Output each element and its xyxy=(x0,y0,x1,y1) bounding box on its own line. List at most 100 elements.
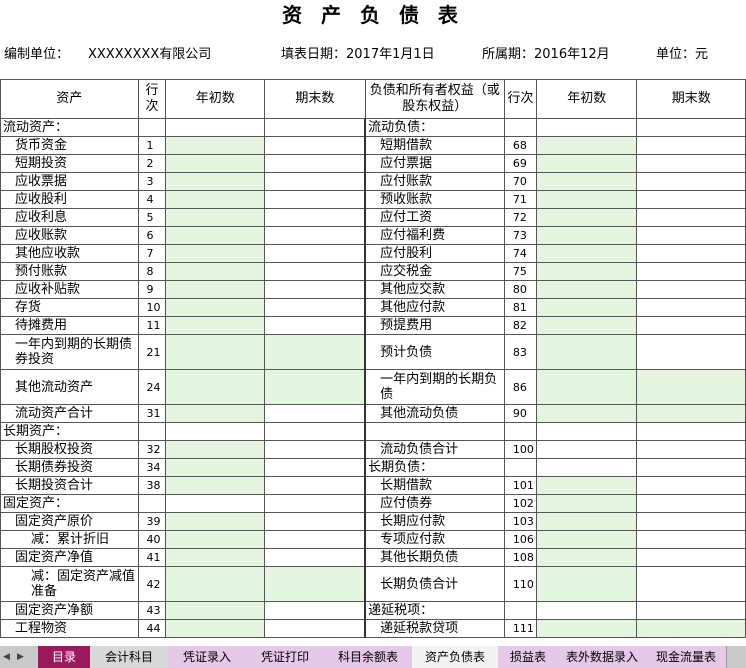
liab-row-no-cell[interactable]: 90 xyxy=(503,404,537,423)
asset-item-cell[interactable]: 长期债券投资 xyxy=(0,458,139,477)
asset-begin-cell[interactable] xyxy=(165,118,266,137)
liab-begin-cell[interactable] xyxy=(535,530,638,549)
asset-begin-cell[interactable] xyxy=(165,566,266,602)
asset-begin-cell[interactable] xyxy=(165,316,266,335)
asset-row-no-cell[interactable]: 39 xyxy=(137,512,167,531)
asset-row-no-cell[interactable]: 24 xyxy=(137,369,167,405)
liab-begin-cell[interactable] xyxy=(535,136,638,155)
liab-end-cell[interactable] xyxy=(636,404,746,423)
sheet-tab[interactable]: 目录 xyxy=(38,646,91,668)
asset-end-cell[interactable] xyxy=(264,548,367,567)
asset-end-cell[interactable] xyxy=(264,619,367,638)
liab-begin-cell[interactable] xyxy=(535,280,638,299)
asset-end-cell[interactable] xyxy=(264,316,367,335)
liab-begin-cell[interactable] xyxy=(535,512,638,531)
asset-begin-cell[interactable] xyxy=(165,494,266,513)
asset-row-no-cell[interactable]: 31 xyxy=(137,404,167,423)
liab-item-cell[interactable]: 应付账款 xyxy=(364,172,505,191)
asset-begin-cell[interactable] xyxy=(165,601,266,620)
asset-item-cell[interactable]: 应收利息 xyxy=(0,208,139,227)
liab-row-no-cell[interactable]: 75 xyxy=(503,262,537,281)
asset-end-cell[interactable] xyxy=(264,136,367,155)
asset-begin-cell[interactable] xyxy=(165,369,266,405)
asset-end-cell[interactable] xyxy=(264,226,367,245)
asset-row-no-cell[interactable]: 8 xyxy=(137,262,167,281)
liab-item-cell[interactable]: 长期负债： xyxy=(364,458,505,477)
asset-begin-cell[interactable] xyxy=(165,154,266,173)
liab-end-cell[interactable] xyxy=(636,548,746,567)
liab-row-no-cell[interactable]: 82 xyxy=(503,316,537,335)
asset-begin-cell[interactable] xyxy=(165,619,266,638)
liab-item-cell[interactable]: 其他流动负债 xyxy=(364,404,505,423)
asset-item-cell[interactable]: 长期投资合计 xyxy=(0,476,139,495)
asset-item-cell[interactable]: 固定资产净值 xyxy=(0,548,139,567)
liab-row-no-cell[interactable]: 100 xyxy=(503,440,537,459)
asset-begin-cell[interactable] xyxy=(165,136,266,155)
liab-row-no-cell[interactable] xyxy=(503,118,537,137)
liab-begin-cell[interactable] xyxy=(535,154,638,173)
liab-end-cell[interactable] xyxy=(636,190,746,209)
asset-item-cell[interactable]: 固定资产净额 xyxy=(0,601,139,620)
asset-end-cell[interactable] xyxy=(264,154,367,173)
asset-item-cell[interactable]: 长期资产： xyxy=(0,422,139,441)
asset-item-cell[interactable]: 工程物资 xyxy=(0,619,139,638)
liab-item-cell[interactable]: 其他应付款 xyxy=(364,298,505,317)
liab-item-cell[interactable]: 其他应交款 xyxy=(364,280,505,299)
asset-end-cell[interactable] xyxy=(264,530,367,549)
liab-item-cell[interactable]: 预提费用 xyxy=(364,316,505,335)
asset-item-cell[interactable]: 流动资产： xyxy=(0,118,139,137)
liab-begin-cell[interactable] xyxy=(535,262,638,281)
liab-end-cell[interactable] xyxy=(636,334,746,370)
liab-row-no-cell[interactable]: 73 xyxy=(503,226,537,245)
asset-begin-cell[interactable] xyxy=(165,440,266,459)
liab-begin-cell[interactable] xyxy=(535,369,638,405)
liab-begin-cell[interactable] xyxy=(535,334,638,370)
liab-item-cell[interactable]: 应付股利 xyxy=(364,244,505,263)
asset-item-cell[interactable]: 固定资产： xyxy=(0,494,139,513)
liab-end-cell[interactable] xyxy=(636,208,746,227)
asset-end-cell[interactable] xyxy=(264,172,367,191)
sheet-tab[interactable]: 凭证打印 xyxy=(246,646,325,668)
liab-begin-cell[interactable] xyxy=(535,208,638,227)
liab-row-no-cell[interactable]: 74 xyxy=(503,244,537,263)
liab-begin-cell[interactable] xyxy=(535,118,638,137)
liab-item-cell[interactable] xyxy=(364,422,505,441)
liab-begin-cell[interactable] xyxy=(535,226,638,245)
liab-item-cell[interactable]: 其他长期负债 xyxy=(364,548,505,567)
asset-item-cell[interactable]: 流动资产合计 xyxy=(0,404,139,423)
asset-begin-cell[interactable] xyxy=(165,262,266,281)
liab-begin-cell[interactable] xyxy=(535,476,638,495)
sheet-tab[interactable]: 现金流量表 xyxy=(646,646,727,668)
sheet-tab[interactable]: 资产负债表 xyxy=(412,646,499,668)
liab-end-cell[interactable] xyxy=(636,512,746,531)
asset-item-cell[interactable]: 其他应收款 xyxy=(0,244,139,263)
asset-begin-cell[interactable] xyxy=(165,190,266,209)
asset-end-cell[interactable] xyxy=(264,334,367,370)
liab-item-cell[interactable]: 预收账款 xyxy=(364,190,505,209)
liab-row-no-cell[interactable]: 106 xyxy=(503,530,537,549)
asset-row-no-cell[interactable] xyxy=(137,422,167,441)
asset-row-no-cell[interactable]: 9 xyxy=(137,280,167,299)
liab-begin-cell[interactable] xyxy=(535,566,638,602)
liab-row-no-cell[interactable]: 108 xyxy=(503,548,537,567)
asset-end-cell[interactable] xyxy=(264,369,367,405)
liab-begin-cell[interactable] xyxy=(535,422,638,441)
liab-end-cell[interactable] xyxy=(636,136,746,155)
asset-item-cell[interactable]: 其他流动资产 xyxy=(0,369,139,405)
asset-row-no-cell[interactable]: 11 xyxy=(137,316,167,335)
asset-begin-cell[interactable] xyxy=(165,530,266,549)
liab-end-cell[interactable] xyxy=(636,262,746,281)
liab-end-cell[interactable] xyxy=(636,619,746,638)
liab-row-no-cell[interactable]: 69 xyxy=(503,154,537,173)
asset-row-no-cell[interactable]: 21 xyxy=(137,334,167,370)
sheet-tab[interactable]: 会计科目 xyxy=(90,646,169,668)
liab-end-cell[interactable] xyxy=(636,316,746,335)
liab-begin-cell[interactable] xyxy=(535,172,638,191)
asset-begin-cell[interactable] xyxy=(165,334,266,370)
liab-item-cell[interactable]: 流动负债： xyxy=(364,118,505,137)
asset-begin-cell[interactable] xyxy=(165,172,266,191)
asset-end-cell[interactable] xyxy=(264,280,367,299)
liab-end-cell[interactable] xyxy=(636,172,746,191)
liab-item-cell[interactable]: 一年内到期的长期负债 xyxy=(364,369,505,405)
asset-end-cell[interactable] xyxy=(264,422,367,441)
